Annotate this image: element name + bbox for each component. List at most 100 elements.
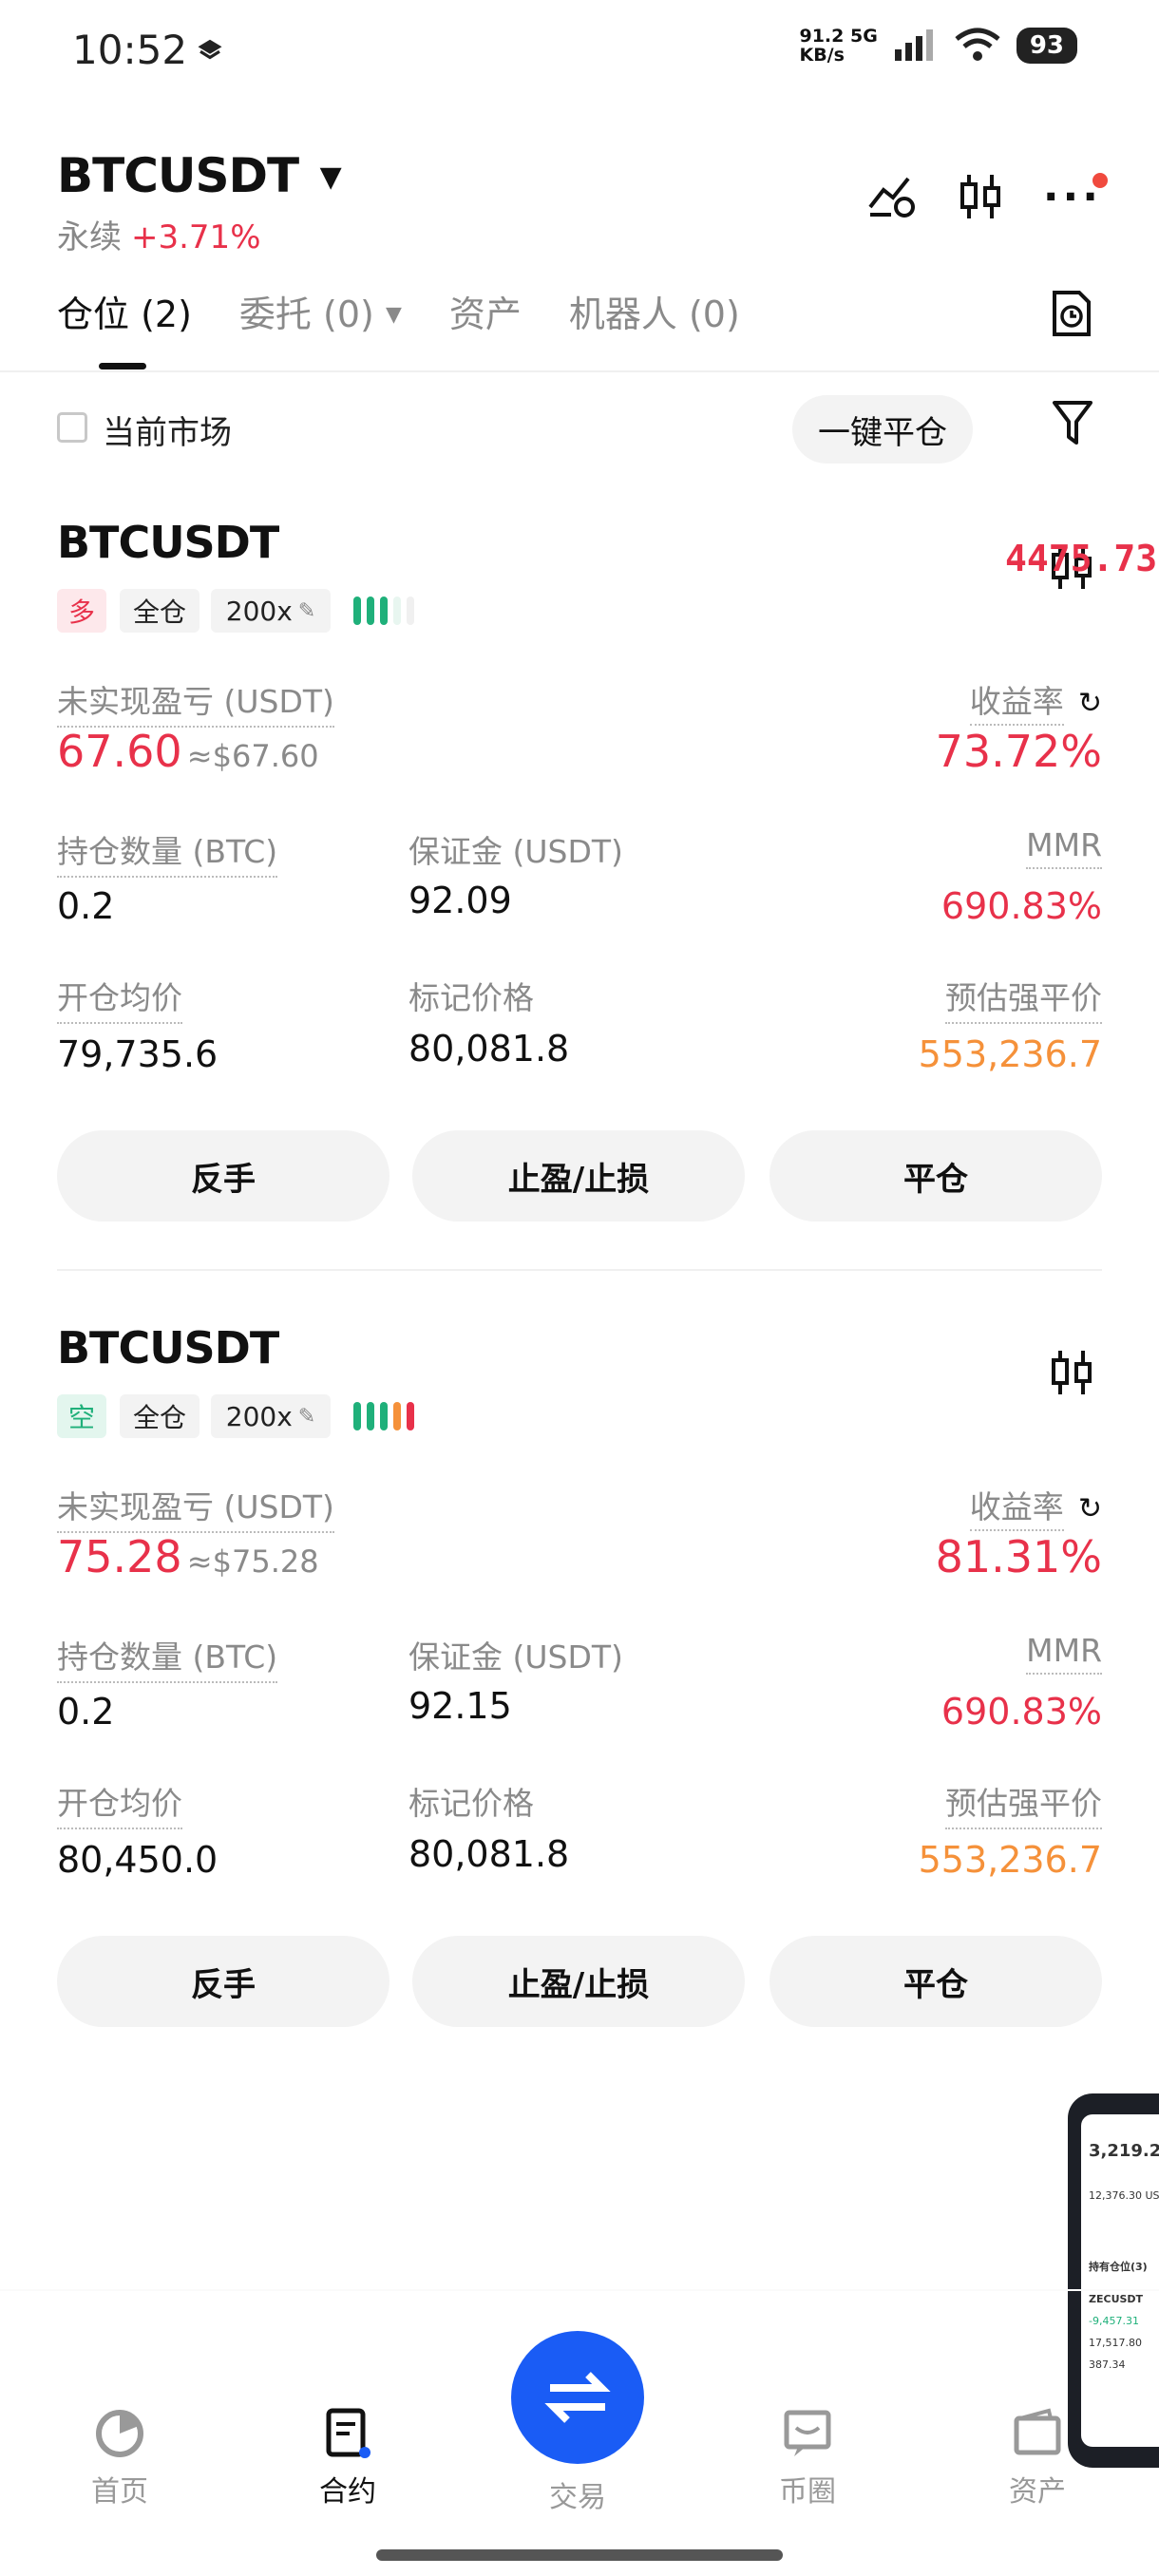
overlay-price: 4475.73 [1005,538,1158,579]
layers-icon [198,39,222,60]
status-indicators: 91.2 5G KB/s 93 [799,27,1077,65]
margin-value: 92.09 [408,880,512,921]
risk-bar [353,597,361,625]
entry-price-value: 80,450.0 [57,1839,218,1881]
thumb-value: 387.34 [1089,2358,1126,2371]
size-value: 0.2 [57,885,115,927]
net-speed: 91.2 5G KB/s [799,26,878,66]
margin-label: 保证金 (USDT) [408,1638,623,1676]
mmr-value: 690.83% [940,1691,1102,1733]
wallet-icon [1014,2408,1061,2455]
size-label: 持仓数量 (BTC) [57,1632,278,1683]
tab-orders[interactable]: 委托 (0) ▼ [239,285,402,337]
close-position-button[interactable]: 平仓 [770,1130,1102,1222]
size-label: 持仓数量 (BTC) [57,826,278,878]
risk-meter [353,1402,414,1430]
thumb-line: 12,376.30 US [1089,2189,1159,2202]
mmr-value: 690.83% [940,885,1102,927]
reverse-button[interactable]: 反手 [57,1936,390,2027]
risk-bar [393,1402,401,1430]
risk-bar [367,597,374,625]
close-all-button[interactable]: 一键平仓 [792,395,973,464]
nav-trade-button[interactable] [511,2331,644,2464]
mmr-label: MMR [1026,826,1102,869]
side-tag: 多 [57,589,106,633]
tab-underline [99,363,146,369]
thumb-value: 17,517.80 [1089,2337,1142,2349]
nav-home[interactable]: 首页 [53,2407,186,2510]
pnl-value: 67.60 ≈$67.60 [57,726,319,777]
liq-price-label: 预估强平价 [945,1778,1102,1829]
divider [57,1269,1102,1271]
candlestick-icon[interactable] [958,171,1003,222]
liq-price-label: 预估强平价 [945,973,1102,1024]
nav-contract[interactable]: 合约 [281,2407,414,2510]
share-icon: ↻ [1077,1492,1102,1525]
divider [0,370,1159,372]
reverse-button[interactable]: 反手 [57,1130,390,1222]
risk-bar [367,1402,374,1430]
roe-value: 81.31% [935,1531,1102,1582]
tab-bots[interactable]: 机器人 (0) [569,285,740,337]
leverage-tag[interactable]: 200x ✎ [211,589,331,633]
entry-price-label: 开仓均价 [57,973,182,1024]
risk-bar [393,597,401,625]
risk-bar [380,1402,388,1430]
home-icon [96,2410,143,2457]
side-tag: 空 [57,1394,106,1438]
mark-price-label: 标记价格 [408,1785,534,1822]
risk-bar [407,597,414,625]
roe-value: 73.72% [935,726,1102,777]
tab-bar: 仓位 (2) 委托 (0) ▼ 资产 机器人 (0) [57,285,740,337]
community-icon [784,2410,831,2456]
price-change: +3.71% [131,218,261,256]
mark-price-label: 标记价格 [408,979,534,1016]
mark-price-value: 80,081.8 [408,1833,570,1875]
pair-subtitle: 永续 +3.71% [57,218,261,256]
risk-bar [407,1402,414,1430]
notification-dot [1092,172,1108,188]
more-button[interactable]: ··· [1043,172,1108,221]
nav-assets[interactable]: 资产 [971,2407,1104,2510]
leverage-tag[interactable]: 200x ✎ [211,1394,331,1438]
signal-icon [894,29,933,61]
tab-positions[interactable]: 仓位 (2) [57,285,192,337]
risk-bar [353,1402,361,1430]
candlestick-icon[interactable] [1049,1347,1094,1398]
chevron-down-icon: ▼ [319,161,342,194]
position-symbol[interactable]: BTCUSDT [57,517,279,568]
home-indicator[interactable] [376,2549,783,2561]
pnl-label: 未实现盈亏 (USDT) [57,676,334,728]
filter-icon[interactable] [1051,399,1094,448]
pair-title[interactable]: BTCUSDT ▼ [57,148,342,203]
edit-icon: ✎ [297,598,316,623]
status-time: 10:52 [72,27,188,73]
price-alert-icon[interactable] [866,173,918,220]
margin-label: 保证金 (USDT) [408,833,623,870]
thumb-total: 3,219.2 [1089,2141,1159,2161]
close-position-button[interactable]: 平仓 [770,1936,1102,2027]
swap-icon [544,2372,611,2423]
history-icon[interactable] [1051,289,1092,338]
position-symbol[interactable]: BTCUSDT [57,1322,279,1373]
thumbnail-content: 3,219.2 12,376.30 US 持有仓位(3) ZECUSDT -9,… [1081,2114,1159,2447]
tab-assets[interactable]: 资产 [449,285,522,337]
nav-trade-label[interactable]: 交易 [511,2473,644,2515]
contract-icon [326,2408,370,2458]
liq-price-value: 553,236.7 [918,1839,1102,1881]
roe-label-group[interactable]: 收益率 ↻ [969,1482,1102,1531]
size-value: 0.2 [57,1691,115,1733]
wifi-icon [955,28,1000,61]
margin-value: 92.15 [408,1685,512,1727]
risk-meter [353,597,414,625]
battery-level: 93 [1016,28,1077,64]
entry-price-value: 79,735.6 [57,1033,218,1075]
tp-sl-button[interactable]: 止盈/止损 [412,1936,745,2027]
nav-community[interactable]: 币圈 [741,2407,874,2510]
pnl-label: 未实现盈亏 (USDT) [57,1482,334,1533]
roe-label-group[interactable]: 收益率 ↻ [969,676,1102,726]
current-market-checkbox[interactable] [57,412,87,443]
thumb-pnl: -9,457.31 [1089,2315,1139,2327]
entry-price-label: 开仓均价 [57,1778,182,1829]
tp-sl-button[interactable]: 止盈/止损 [412,1130,745,1222]
